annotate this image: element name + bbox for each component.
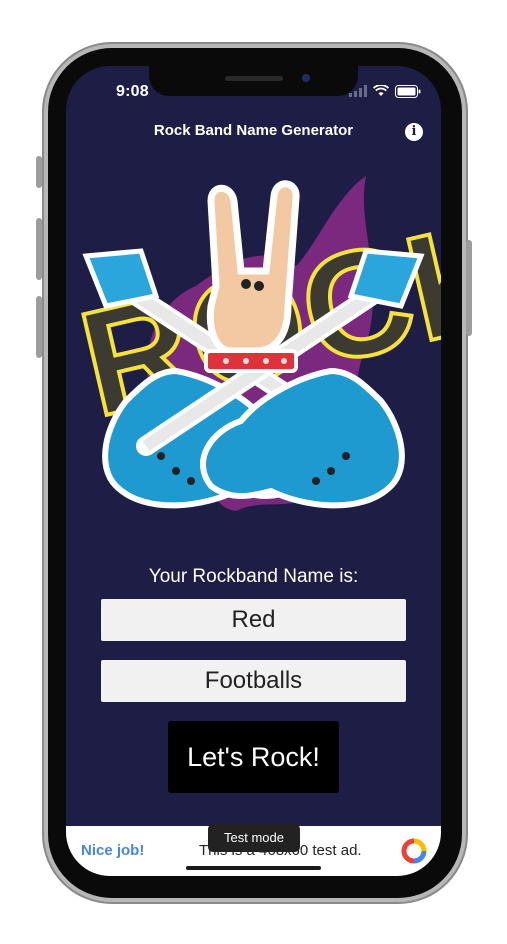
- volume-up-button: [36, 218, 42, 280]
- second-word-box: Footballs: [101, 660, 406, 702]
- battery-icon: [395, 84, 421, 98]
- ad-nice-job[interactable]: Nice job!: [81, 842, 144, 859]
- notch: [149, 66, 358, 96]
- app-title: Rock Band Name Generator: [153, 122, 354, 139]
- lets-rock-button[interactable]: Let's Rock!: [168, 721, 339, 793]
- first-word-box: Red: [101, 599, 406, 641]
- status-icons: [349, 84, 421, 98]
- info-icon[interactable]: i: [405, 123, 423, 141]
- power-button: [466, 240, 472, 336]
- signal-icon: [349, 85, 367, 97]
- wifi-icon: [373, 85, 389, 96]
- home-indicator: [186, 866, 321, 870]
- app-screen: 9:08 Rock Band Name Generator i Your Roc…: [66, 66, 441, 876]
- speaker-grille: [225, 76, 283, 81]
- ad-logo-icon: [401, 838, 427, 864]
- test-mode-tooltip: Test mode: [208, 824, 300, 852]
- status-time: 9:08: [116, 83, 149, 100]
- app-bar: Rock Band Name Generator i: [66, 112, 441, 152]
- volume-down-button: [36, 296, 42, 358]
- result-label: Your Rockband Name is:: [148, 566, 359, 587]
- rock-hand-guitars-illustration: ROCK: [66, 176, 441, 511]
- mute-switch: [36, 156, 42, 188]
- front-camera: [302, 74, 310, 82]
